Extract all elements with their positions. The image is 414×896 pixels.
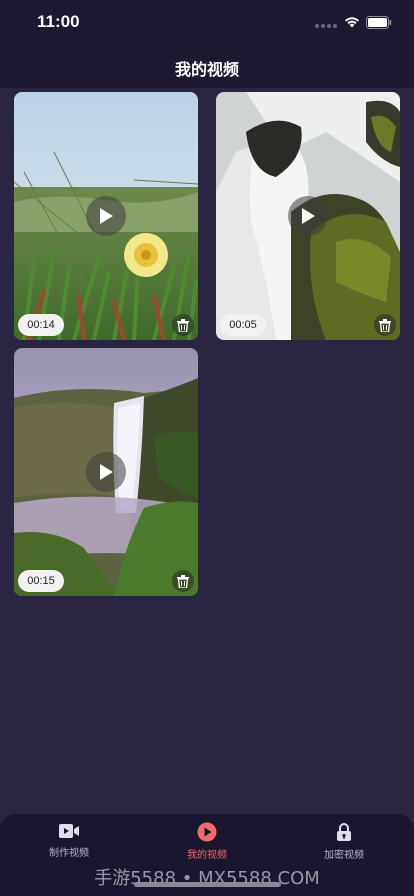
play-button[interactable] (86, 452, 126, 492)
tab-my-videos[interactable]: 我的视频 (147, 822, 267, 861)
play-circle-icon (197, 822, 217, 842)
trash-icon (177, 574, 189, 588)
tab-label: 加密视频 (324, 850, 364, 861)
delete-button[interactable] (374, 314, 396, 336)
home-indicator[interactable] (134, 882, 281, 887)
cellular-signal-icon (315, 24, 337, 28)
video-duration: 00:05 (220, 314, 266, 336)
play-icon (100, 208, 113, 224)
status-time: 11:00 (37, 12, 80, 31)
video-card[interactable]: 00:05 (216, 92, 400, 340)
tab-label: 我的视频 (187, 850, 227, 861)
delete-button[interactable] (172, 314, 194, 336)
play-icon (302, 208, 315, 224)
page-title: 我的视频 (174, 60, 239, 79)
video-camera-icon (59, 824, 79, 838)
delete-button[interactable] (172, 570, 194, 592)
status-bar: 11:00 (0, 0, 414, 44)
trash-icon (379, 318, 391, 332)
play-button[interactable] (288, 196, 328, 236)
wifi-icon (345, 17, 359, 28)
video-card[interactable]: 00:14 (14, 92, 198, 340)
video-duration: 00:15 (18, 570, 64, 592)
play-button[interactable] (86, 196, 126, 236)
video-card[interactable]: 00:15 (14, 348, 198, 596)
lock-icon (337, 823, 351, 841)
play-icon (100, 464, 113, 480)
battery-icon (366, 16, 392, 29)
trash-icon (177, 318, 189, 332)
tab-label: 制作视频 (49, 848, 89, 859)
tab-encrypted-videos[interactable]: 加密视频 (284, 822, 404, 861)
navigation-bar: 我的视频 (0, 44, 414, 88)
video-duration: 00:14 (18, 314, 64, 336)
tab-make-video[interactable]: 制作视频 (9, 822, 129, 859)
